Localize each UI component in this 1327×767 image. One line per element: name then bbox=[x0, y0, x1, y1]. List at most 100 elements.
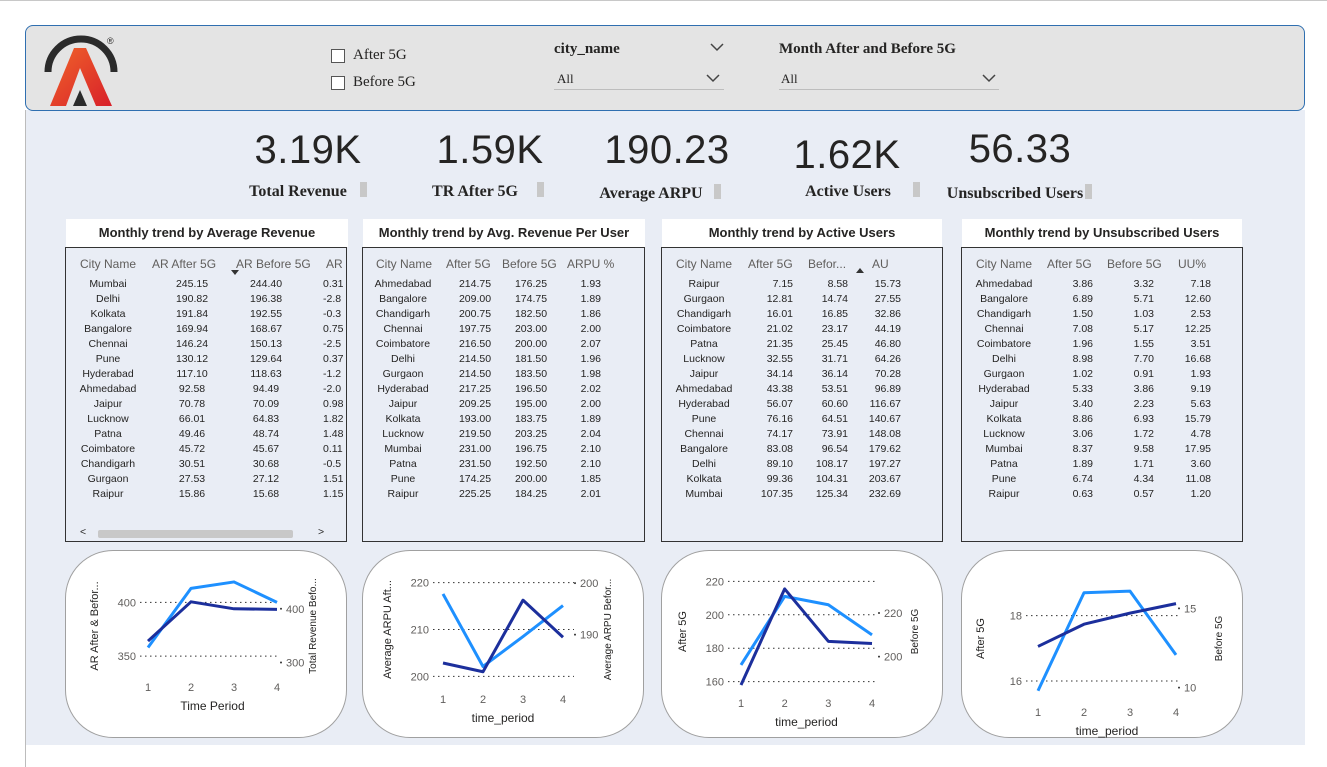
month-slicer-value[interactable]: All bbox=[781, 71, 798, 87]
table-cell-value: 0.98 bbox=[323, 398, 344, 410]
table-cell-value: 64.26 bbox=[874, 353, 901, 365]
column-header[interactable]: AR bbox=[326, 257, 343, 271]
table-2[interactable]: City Name After 5G Before 5G ARPU % Ahmedaba… bbox=[362, 247, 645, 542]
table-cell-value: -1.2 bbox=[323, 368, 342, 380]
y2-tick-marker bbox=[1178, 686, 1180, 689]
table-cell-value: 169.94 bbox=[175, 323, 209, 335]
table-cell-city: Chandigarh bbox=[80, 458, 136, 470]
scroll-left-icon[interactable]: < bbox=[80, 526, 86, 538]
table-cell-value: 190.82 bbox=[175, 293, 209, 305]
kpi-active-users-value: 1.62K bbox=[793, 133, 901, 177]
table-cell-value: 245.15 bbox=[175, 278, 209, 290]
table-cell-value: 15.73 bbox=[874, 278, 901, 290]
column-header[interactable]: Befor... bbox=[808, 257, 846, 271]
table-cell-value: 1.96 bbox=[580, 353, 601, 365]
y2-tick-marker bbox=[574, 633, 576, 636]
y-axis-label: After 5G bbox=[677, 611, 689, 652]
column-header[interactable]: After 5G bbox=[1047, 257, 1092, 271]
y2-tick-label: 300 bbox=[286, 658, 304, 670]
table-cell-value: 15.79 bbox=[1184, 413, 1211, 425]
checkbox-box[interactable] bbox=[331, 75, 345, 90]
column-header[interactable]: Before 5G bbox=[502, 257, 557, 271]
table-cell-value: 0.11 bbox=[323, 443, 343, 455]
column-header[interactable]: ARPU % bbox=[567, 257, 614, 271]
kpi-total-revenue-label: Total Revenue bbox=[249, 183, 347, 200]
top-border bbox=[0, 0, 1327, 1]
table-cell-city: Raipur bbox=[92, 488, 124, 500]
table-cell-value: 70.28 bbox=[874, 368, 901, 380]
line-chart-card[interactable]: 200 210 220 190 200 1 2 3 4 time_period Average AR… bbox=[362, 550, 644, 738]
table-cell-value: 3.60 bbox=[1190, 458, 1211, 470]
line-chart: 160 180 200 220 200 220 1 2 3 4 time_period After 5… bbox=[677, 576, 921, 729]
table-cell-value: 130.12 bbox=[175, 353, 209, 365]
y2-tick-label: 190 bbox=[580, 630, 598, 642]
chevron-down-icon[interactable] bbox=[982, 74, 996, 83]
table-cell-city: Ahmedabad bbox=[374, 278, 432, 290]
table-cell-city: Delhi bbox=[391, 353, 415, 365]
table-cell-value: -2.5 bbox=[323, 338, 342, 350]
y2-tick-marker bbox=[878, 611, 880, 614]
line-chart-card[interactable]: 350 400 300 400 1 2 3 4 Time Period AR After & Be… bbox=[65, 550, 347, 738]
table-cell-value: 168.67 bbox=[249, 323, 283, 335]
city-slicer-value[interactable]: All bbox=[557, 71, 574, 87]
y2-tick-marker bbox=[574, 582, 576, 585]
x-tick-label: 4 bbox=[1173, 707, 1179, 719]
table-cell-value: 191.84 bbox=[175, 308, 209, 320]
table-cell-value: 12.60 bbox=[1184, 293, 1211, 305]
sort-arrow-icon[interactable] bbox=[231, 270, 239, 275]
table-cell-city: Ahmedabad bbox=[79, 383, 137, 395]
table-cell-value: 2.00 bbox=[580, 398, 601, 410]
checkbox-after-5g[interactable]: After 5G bbox=[331, 47, 407, 64]
column-header[interactable]: After 5G bbox=[446, 257, 491, 271]
table-cell-city: Mumbai bbox=[89, 278, 127, 290]
series-line-after-5g bbox=[1036, 589, 1178, 692]
kpi-average-arpu-label: Average ARPU bbox=[599, 185, 703, 202]
table-cell-value: 1.51 bbox=[323, 473, 344, 485]
y-tick-label: 160 bbox=[706, 677, 724, 689]
table-cell-value: 17.95 bbox=[1184, 443, 1211, 455]
table-1[interactable]: City Name AR After 5G AR Before 5G AR Mumbai… bbox=[65, 247, 347, 542]
column-header[interactable]: City Name bbox=[376, 257, 432, 271]
column-header[interactable]: City Name bbox=[676, 257, 732, 271]
x-tick-label: 2 bbox=[480, 694, 486, 706]
column-header[interactable]: AR After 5G bbox=[152, 257, 216, 271]
column-header[interactable]: City Name bbox=[976, 257, 1032, 271]
kpi-marker bbox=[714, 184, 721, 199]
horizontal-scrollbar[interactable] bbox=[98, 530, 293, 538]
checkbox-before-5g[interactable]: Before 5G bbox=[331, 74, 416, 91]
line-chart-card[interactable]: 16 18 10 15 1 2 3 4 time_period After 5G Before 5G bbox=[961, 550, 1243, 738]
column-header[interactable]: AR Before 5G bbox=[236, 257, 311, 271]
chevron-down-icon[interactable] bbox=[706, 74, 720, 83]
sort-arrow-icon[interactable] bbox=[856, 268, 864, 273]
column-header[interactable]: Before 5G bbox=[1107, 257, 1162, 271]
table-cell-value: 0.75 bbox=[323, 323, 344, 335]
left-border bbox=[25, 110, 26, 767]
table-4[interactable]: City Name After 5G Before 5G UU% Ahmedabad 3.… bbox=[961, 247, 1243, 542]
column-header[interactable]: After 5G bbox=[748, 257, 793, 271]
table-cell-value: 1.20 bbox=[1190, 488, 1211, 500]
table-3[interactable]: City Name After 5G Befor... AU Raipur 7.15 8.5… bbox=[661, 247, 943, 542]
table-cell-city: Kolkata bbox=[90, 308, 126, 320]
table-cell-value: 32.86 bbox=[874, 308, 901, 320]
kpi-marker bbox=[537, 182, 544, 197]
column-header[interactable]: City Name bbox=[80, 257, 136, 271]
kpi-unsubscribed-users-label: Unsubscribed Users bbox=[946, 185, 1084, 202]
table-cell-city: Raipur bbox=[387, 488, 419, 500]
table-cell-value: 203.67 bbox=[868, 473, 901, 485]
chevron-down-icon[interactable] bbox=[710, 43, 724, 52]
table-cell-value: 1.85 bbox=[580, 473, 601, 485]
line-chart-card[interactable]: 160 180 200 220 200 220 1 2 3 4 time_period After 5… bbox=[661, 550, 943, 738]
series-line-after-5g bbox=[441, 593, 564, 668]
table-cell-value: 70.78 bbox=[178, 398, 206, 410]
checkbox-box[interactable] bbox=[331, 48, 345, 63]
table-cell-city: Coimbatore bbox=[80, 443, 136, 455]
table-title: Monthly trend by Unsubscribed Users bbox=[962, 219, 1242, 247]
table-cell-value: 48.74 bbox=[252, 428, 280, 440]
scroll-right-icon[interactable]: > bbox=[318, 526, 324, 538]
series-line-after-5g bbox=[739, 594, 873, 666]
table-cell-city: Gurgaon bbox=[382, 368, 424, 380]
city-slicer-title: city_name bbox=[554, 41, 620, 57]
column-header[interactable]: AU bbox=[872, 257, 889, 271]
column-header[interactable]: UU% bbox=[1178, 257, 1206, 271]
table-cell-value: 2.04 bbox=[580, 428, 601, 440]
